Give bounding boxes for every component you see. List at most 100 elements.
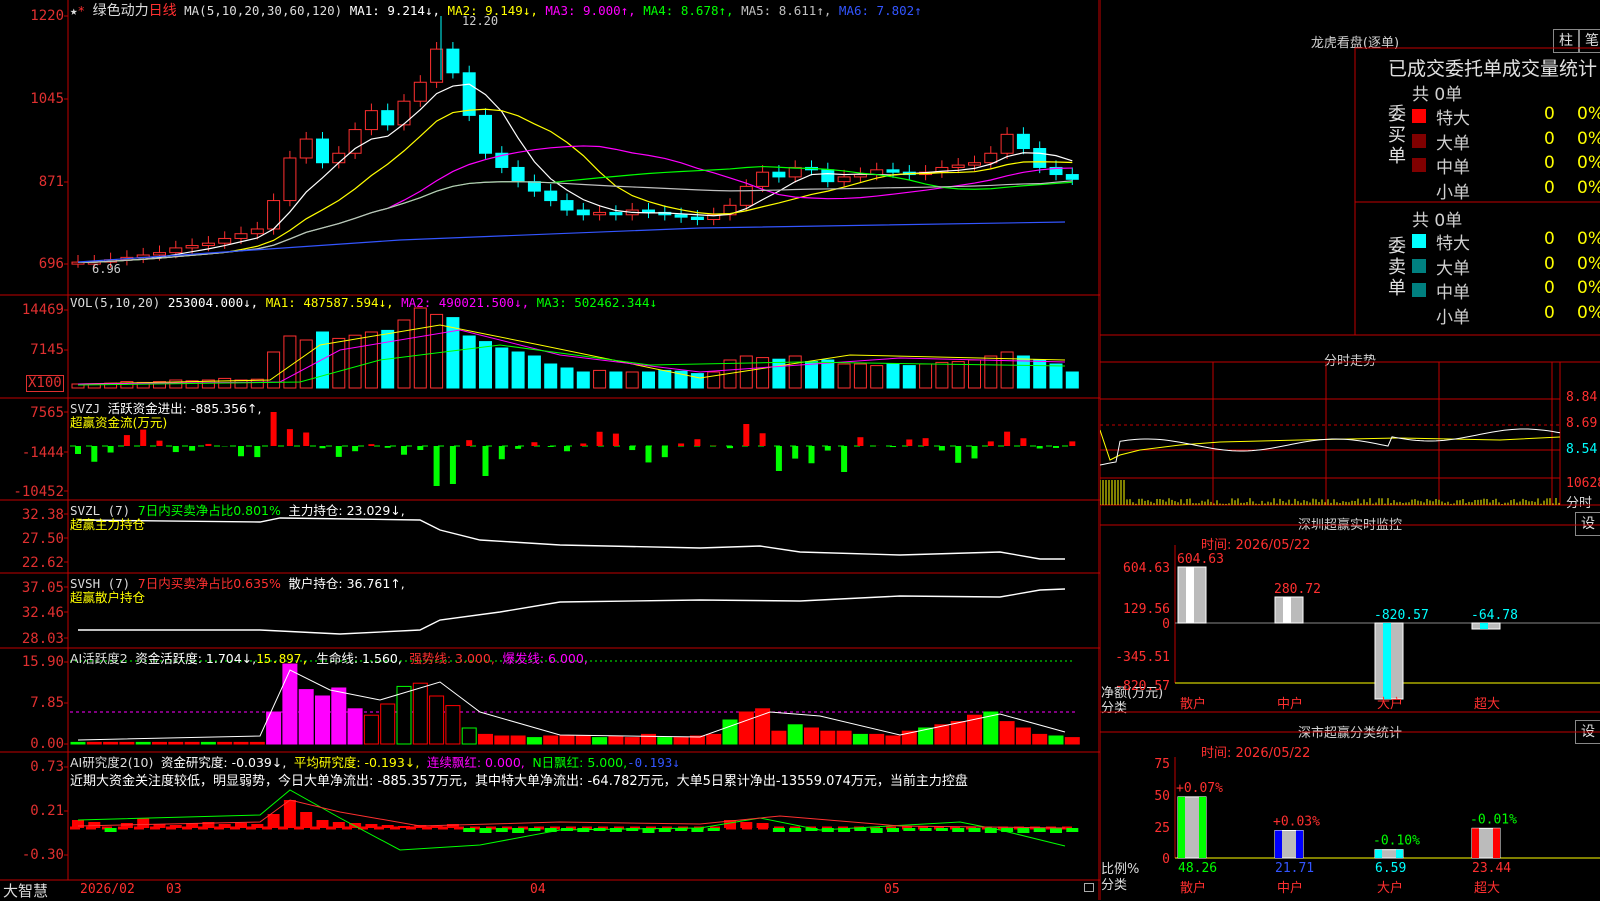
sz-monitor-bar-highlight — [1283, 597, 1291, 623]
ai2-bar — [723, 720, 737, 744]
svzj-bar — [857, 437, 863, 446]
svzj-bar — [743, 424, 749, 446]
svzj-bar — [303, 433, 309, 446]
ai2-bar — [185, 742, 199, 744]
ai2-bar — [348, 709, 362, 744]
ai2-bar — [495, 736, 509, 744]
sz-stats-value-label: 6.59 — [1375, 861, 1406, 876]
vol-ma3: MA3: 502462.344↓ — [537, 295, 657, 310]
ai2-value2: 15.897, — [256, 651, 309, 666]
ai-research-value1: 资金研究度: -0.039↓, — [161, 755, 286, 770]
sz-monitor-bar-highlight — [1383, 623, 1391, 699]
svzj-bar — [825, 446, 831, 451]
volume-bar — [822, 360, 834, 388]
ai2-bar — [756, 709, 770, 744]
candle-body — [333, 153, 345, 162]
ai2-bar — [430, 696, 444, 744]
svzj-bar — [401, 446, 407, 455]
candle-body — [219, 238, 231, 243]
ai-research-bar — [936, 828, 948, 831]
ai2-bar — [201, 742, 215, 744]
svzj-bar — [548, 446, 554, 447]
svzl-axis-1: 32.38 — [0, 507, 64, 523]
ai-research-bar — [496, 828, 508, 832]
ai2-bar — [821, 731, 835, 744]
sz-stats-bar-accent — [1199, 797, 1206, 858]
svzj-bar — [1004, 432, 1010, 446]
svzj-bar — [205, 444, 211, 446]
candle-body — [545, 191, 557, 200]
ai2-bar — [544, 736, 558, 744]
ai-research-bar — [105, 828, 117, 832]
candle-body — [480, 115, 492, 153]
candle-body — [186, 246, 198, 248]
ai2-bar — [169, 742, 183, 744]
intraday-price-line — [1100, 429, 1560, 465]
favorite-star-icon[interactable]: ★ — [70, 3, 78, 18]
ai-research-axis-3: -0.30 — [0, 847, 64, 863]
sz-monitor-category: 超大 — [1474, 697, 1500, 712]
vol-unit[interactable]: X100 — [26, 375, 64, 392]
candle-body — [154, 253, 166, 255]
svzj-subtitle: 超赢资金流(万元) — [70, 412, 167, 431]
ma3-value: MA3: 9.000↑, — [545, 3, 635, 18]
volume-bar — [1066, 372, 1078, 388]
sz-stats-change-label: -0.01% — [1470, 812, 1517, 827]
stock-name: 绿色动力 — [93, 3, 149, 19]
candle-body — [202, 243, 214, 245]
svzj-bar — [841, 446, 847, 472]
sz-monitor-axis-label: 604.63 — [1123, 561, 1170, 576]
ai-research-bar — [300, 812, 312, 828]
volume-bar — [854, 364, 866, 388]
svzl-axis-2: 27.50 — [0, 531, 64, 547]
svzj-bar — [890, 446, 896, 447]
ai-research-bar — [528, 828, 540, 831]
ai-research-value3: 连续飘红: 0.000, — [427, 755, 525, 770]
vol-header: VOL(5,10,20) 253004.000↓, MA1: 487587.59… — [70, 295, 657, 310]
candle-body — [1034, 149, 1046, 168]
vol-label: VOL(5,10,20) — [70, 295, 160, 310]
sz-stats-axis-label: 0 — [1162, 852, 1170, 867]
sz-stats-bar-accent — [1493, 828, 1500, 858]
date-label-4: 05 — [884, 882, 900, 897]
svzj-bar — [320, 446, 326, 448]
sz-monitor-bar-highlight — [1186, 567, 1194, 623]
volume-bar — [789, 356, 801, 388]
date-label-3: 04 — [530, 882, 546, 897]
candle-body — [1066, 175, 1078, 180]
lock-icon[interactable] — [1084, 883, 1094, 892]
ai2-bar — [120, 742, 134, 744]
ai-research-bar — [88, 822, 100, 828]
svzj-bar — [531, 442, 537, 446]
ai2-bar — [299, 690, 313, 744]
volume-bar — [480, 342, 492, 388]
candle-body — [251, 229, 263, 234]
ai2-axis-3: 0.00 — [0, 736, 64, 752]
candle-body — [447, 49, 459, 73]
volume-bar — [936, 362, 948, 388]
ai-research-bar — [333, 822, 345, 828]
candle-body — [382, 111, 394, 125]
ai-research-bar — [398, 826, 410, 828]
ai-research-value4: N日飘红: 5.000, — [532, 755, 627, 770]
sz-stats-bar-accent — [1178, 797, 1185, 858]
volume-bar — [887, 364, 899, 388]
svzj-bar — [988, 441, 994, 446]
candle-body — [1017, 134, 1029, 148]
sz-monitor-category: 中户 — [1277, 696, 1303, 712]
ai2-bar — [609, 736, 623, 744]
ai-research-bar — [1066, 828, 1078, 832]
ai-research-bar — [382, 825, 394, 828]
right-charts: 604.63129.560-345.51-820.57604.63散户280.7… — [1100, 0, 1600, 900]
period-label[interactable]: 日线 — [149, 3, 177, 19]
svzj-bar — [792, 446, 798, 459]
ai2-bar — [674, 738, 688, 744]
sz-stats-change-label: +0.07% — [1176, 781, 1223, 796]
ai2-axis-2: 7.85 — [0, 695, 64, 711]
volume-bar — [691, 374, 703, 388]
sz-monitor-axis-label: -345.51 — [1115, 650, 1170, 665]
ai2-bar — [576, 736, 590, 744]
svzj-bar — [238, 446, 244, 456]
ma5-value: MA5: 8.611↑, — [741, 3, 831, 18]
ai2-bar — [707, 734, 721, 744]
